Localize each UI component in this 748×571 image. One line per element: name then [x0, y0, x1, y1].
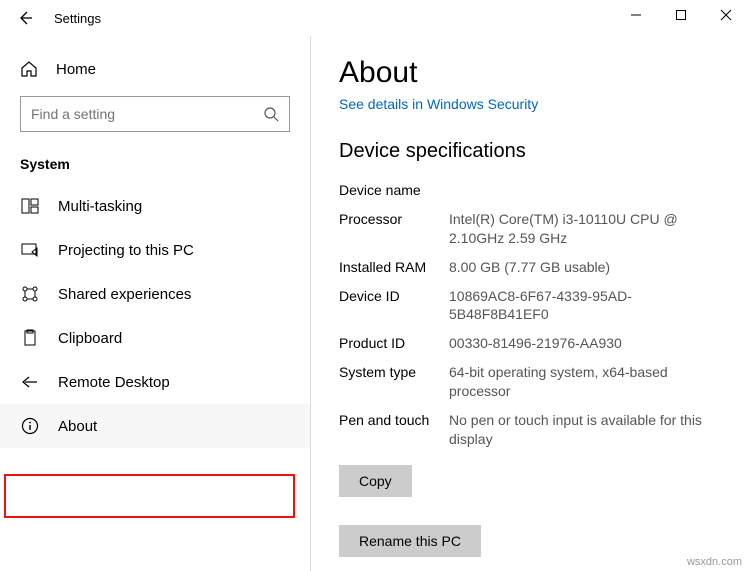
spec-label: Device ID	[339, 287, 449, 325]
close-button[interactable]	[703, 0, 748, 30]
spec-label: Product ID	[339, 334, 449, 353]
sidebar: Home System Multi-tasking Projecting to …	[0, 36, 310, 571]
section-label: System	[0, 156, 310, 184]
spec-value: No pen or touch input is available for t…	[449, 411, 724, 449]
spec-device-name: Device name	[339, 181, 724, 200]
spec-ram: Installed RAM 8.00 GB (7.77 GB usable)	[339, 258, 724, 277]
remote-desktop-icon	[20, 372, 40, 392]
copy-button[interactable]: Copy	[339, 465, 412, 497]
content-pane: About See details in Windows Security De…	[310, 36, 748, 571]
spec-value: 8.00 GB (7.77 GB usable)	[449, 258, 610, 277]
spec-label: Pen and touch	[339, 411, 449, 449]
sidebar-item-shared-experiences[interactable]: Shared experiences	[0, 272, 310, 316]
sidebar-item-label: Remote Desktop	[58, 374, 170, 391]
spec-value: 10869AC8-6F67-4339-95AD-5B48F8B41EF0	[449, 287, 724, 325]
sidebar-item-multitasking[interactable]: Multi-tasking	[0, 184, 310, 228]
spec-value: Intel(R) Core(TM) i3-10110U CPU @ 2.10GH…	[449, 210, 724, 248]
shared-experiences-icon	[20, 284, 40, 304]
spec-label: Device name	[339, 181, 449, 200]
sidebar-item-about[interactable]: About	[0, 404, 310, 448]
spec-product-id: Product ID 00330-81496-21976-AA930	[339, 334, 724, 353]
security-link[interactable]: See details in Windows Security	[339, 96, 538, 112]
spec-system-type: System type 64-bit operating system, x64…	[339, 363, 724, 401]
sidebar-item-label: About	[58, 418, 97, 435]
spec-label: Installed RAM	[339, 258, 449, 277]
projecting-icon	[20, 240, 40, 260]
spec-label: Processor	[339, 210, 449, 248]
maximize-button[interactable]	[658, 0, 703, 30]
watermark: wsxdn.com	[687, 556, 742, 568]
search-box[interactable]	[20, 96, 290, 132]
sidebar-item-label: Clipboard	[58, 330, 122, 347]
minimize-button[interactable]	[613, 0, 658, 30]
sidebar-item-projecting[interactable]: Projecting to this PC	[0, 228, 310, 272]
back-button[interactable]	[14, 7, 36, 29]
spec-label: System type	[339, 363, 449, 401]
device-spec-heading: Device specifications	[339, 140, 724, 163]
spec-pen-touch: Pen and touch No pen or touch input is a…	[339, 411, 724, 449]
selection-highlight	[4, 474, 295, 518]
home-nav[interactable]: Home	[0, 52, 310, 96]
sidebar-item-label: Shared experiences	[58, 286, 191, 303]
page-title: About	[339, 56, 724, 90]
rename-pc-button[interactable]: Rename this PC	[339, 525, 481, 557]
main-area: Home System Multi-tasking Projecting to …	[0, 36, 748, 571]
window-title: Settings	[54, 11, 101, 26]
multitasking-icon	[20, 196, 40, 216]
home-label: Home	[56, 61, 96, 78]
sidebar-item-label: Multi-tasking	[58, 198, 142, 215]
home-icon	[20, 60, 38, 78]
sidebar-item-remote-desktop[interactable]: Remote Desktop	[0, 360, 310, 404]
clipboard-icon	[20, 328, 40, 348]
search-icon	[263, 106, 279, 122]
spec-processor: Processor Intel(R) Core(TM) i3-10110U CP…	[339, 210, 724, 248]
spec-value: 00330-81496-21976-AA930	[449, 334, 622, 353]
sidebar-item-label: Projecting to this PC	[58, 242, 194, 259]
info-icon	[20, 416, 40, 436]
sidebar-item-clipboard[interactable]: Clipboard	[0, 316, 310, 360]
spec-device-id: Device ID 10869AC8-6F67-4339-95AD-5B48F8…	[339, 287, 724, 325]
search-input[interactable]	[31, 106, 263, 122]
window-controls	[613, 0, 748, 30]
spec-value: 64-bit operating system, x64-based proce…	[449, 363, 724, 401]
